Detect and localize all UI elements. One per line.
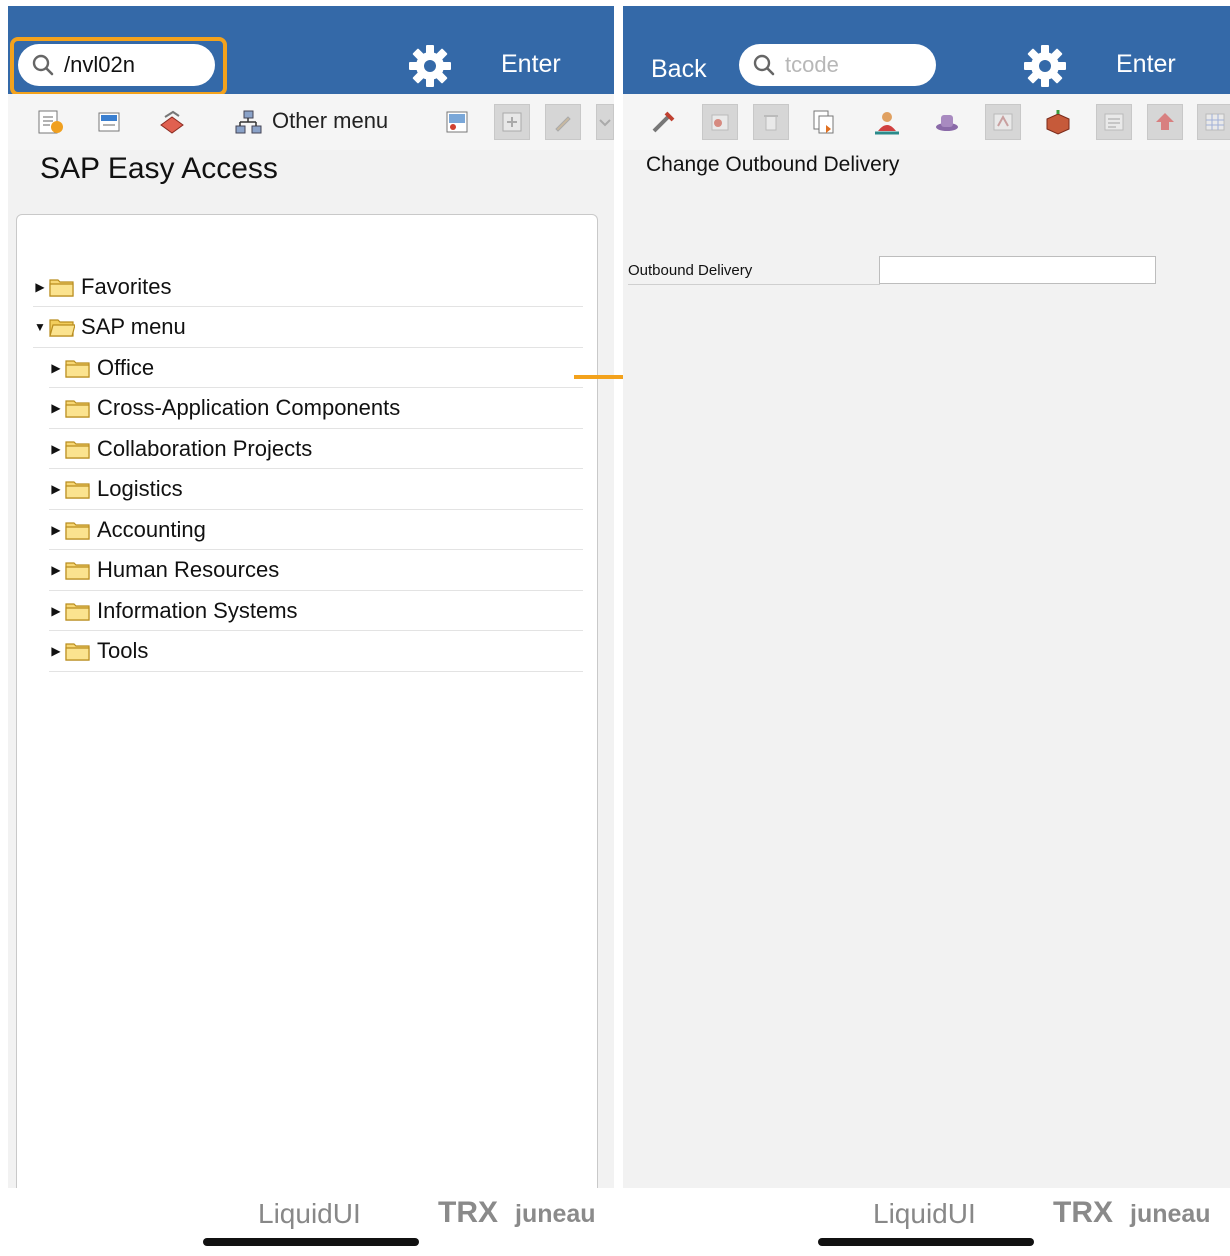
home-indicator[interactable]: [818, 1238, 1034, 1246]
folder-icon: [65, 358, 91, 378]
grid-icon[interactable]: [1197, 104, 1230, 140]
header-bar: Back tcode Enter: [623, 6, 1230, 94]
footer-bar: LiquidUI TRX juneau: [8, 1188, 614, 1256]
folder-icon: [65, 439, 91, 459]
tree-item-label: Favorites: [81, 273, 172, 299]
collapsed-arrow-icon[interactable]: ▶: [49, 361, 63, 375]
folder-icon: [65, 479, 91, 499]
trx-logo-text: TRX: [1053, 1196, 1113, 1229]
tree-item-label: Logistics: [97, 476, 183, 501]
folder-icon: [65, 520, 91, 540]
collapsed-arrow-icon[interactable]: ▶: [49, 563, 63, 577]
tree-item-label: Human Resources: [97, 557, 280, 582]
collapsed-arrow-icon[interactable]: ▶: [49, 523, 63, 537]
back-button[interactable]: Back: [651, 55, 707, 84]
search-icon: [753, 54, 775, 76]
edit-icon[interactable]: [545, 104, 581, 140]
footer-bar: LiquidUI TRX juneau: [623, 1188, 1230, 1256]
tree-item[interactable]: ▶ Logistics: [49, 470, 583, 510]
change-favorite-icon[interactable]: [92, 104, 128, 140]
partner-icon[interactable]: [869, 104, 905, 140]
application-toolbar: Other menu: [8, 94, 614, 150]
settings-gear-icon[interactable]: [1023, 44, 1067, 88]
other-menu-icon[interactable]: [230, 104, 266, 140]
up-arrow-icon[interactable]: [1147, 104, 1183, 140]
screenshot-stage: /nvl02n Enter Other menu SAP Easy Access…: [0, 0, 1230, 1256]
collapsed-arrow-icon[interactable]: ▶: [49, 644, 63, 658]
folder-icon: [65, 601, 91, 621]
tree-item[interactable]: ▶ Accounting: [49, 510, 583, 550]
tree-item-label: Information Systems: [97, 597, 298, 623]
tree-item[interactable]: ▼ SAP menu: [33, 308, 583, 348]
right-screen-change-outbound-delivery: Back tcode Enter Change Outbound Deliver…: [623, 6, 1230, 1256]
juneau-logo-text: juneau: [1130, 1200, 1211, 1228]
tree-item[interactable]: ▶ Human Resources: [49, 551, 583, 591]
add-folder-icon[interactable]: [439, 104, 475, 140]
enter-button[interactable]: Enter: [1116, 50, 1176, 79]
delete-icon[interactable]: [702, 104, 738, 140]
tree-item[interactable]: ▶ Tools: [49, 632, 583, 672]
folder-icon: [49, 277, 75, 297]
folder-icon: [65, 560, 91, 580]
tree-item-label: Accounting: [97, 516, 206, 542]
move-icon[interactable]: [494, 104, 530, 140]
outbound-delivery-label: Outbound Delivery: [628, 262, 753, 279]
settings-gear-icon[interactable]: [408, 44, 452, 88]
tree-item-label: Cross-Application Components: [97, 395, 401, 420]
package-icon[interactable]: [1040, 104, 1076, 140]
tree-item[interactable]: ▶ Information Systems: [49, 591, 583, 631]
tree-item-label: Collaboration Projects: [97, 435, 313, 461]
hat-icon[interactable]: [929, 104, 965, 140]
tree-item-label: Tools: [97, 638, 149, 663]
enter-button[interactable]: Enter: [501, 50, 561, 79]
liquidui-brand-text: LiquidUI: [873, 1198, 976, 1229]
liquidui-brand-text: LiquidUI: [258, 1198, 361, 1229]
tools-icon[interactable]: [646, 104, 682, 140]
search-placeholder: tcode: [785, 52, 839, 77]
folder-icon: [65, 641, 91, 661]
header-bar: /nvl02n Enter: [8, 6, 614, 96]
tcode-search-input[interactable]: tcode: [739, 44, 936, 86]
expanded-arrow-icon[interactable]: ▼: [33, 320, 47, 334]
tree-item[interactable]: ▶ Office: [49, 348, 583, 388]
juneau-logo-text: juneau: [515, 1200, 596, 1228]
collapsed-arrow-icon[interactable]: ▶: [33, 280, 47, 294]
tree-item[interactable]: ▶ Favorites: [33, 267, 583, 307]
open-folder-icon: [49, 317, 75, 337]
copy-icon[interactable]: [806, 104, 842, 140]
left-screen-sap-easy-access: /nvl02n Enter Other menu SAP Easy Access…: [8, 6, 614, 1256]
sap-menu-tree: ▶ Favorites ▼ SAP menu ▶ Office ▶ Cross-Applica…: [16, 214, 598, 1204]
collapsed-arrow-icon[interactable]: ▶: [49, 604, 63, 618]
trash-icon[interactable]: [753, 104, 789, 140]
tree-item[interactable]: ▶ Cross-Application Components: [49, 389, 583, 429]
list-icon[interactable]: [1096, 104, 1132, 140]
delete-favorite-icon[interactable]: [154, 104, 190, 140]
home-indicator[interactable]: [203, 1238, 419, 1246]
tree-item-label: SAP menu: [81, 314, 186, 339]
page-title: SAP Easy Access: [40, 152, 278, 185]
overflow-icon[interactable]: [596, 104, 614, 140]
tree-item[interactable]: ▶ Collaboration Projects: [49, 429, 583, 469]
other-menu-button[interactable]: Other menu: [272, 108, 388, 134]
outbound-delivery-field-row: Outbound Delivery: [628, 256, 1218, 286]
folder-icon: [65, 398, 91, 418]
search-highlight-frame: [10, 37, 227, 96]
page-title: Change Outbound Delivery: [646, 153, 900, 176]
trx-logo-text: TRX: [438, 1196, 498, 1229]
create-favorite-icon[interactable]: [32, 104, 68, 140]
outbound-delivery-input[interactable]: [879, 256, 1156, 284]
field-underline: [628, 284, 880, 285]
collapsed-arrow-icon[interactable]: ▶: [49, 401, 63, 415]
tree-item-label: Office: [97, 354, 155, 380]
application-toolbar: [623, 94, 1230, 150]
collapsed-arrow-icon[interactable]: ▶: [49, 442, 63, 456]
text-icon[interactable]: [985, 104, 1021, 140]
collapsed-arrow-icon[interactable]: ▶: [49, 482, 63, 496]
